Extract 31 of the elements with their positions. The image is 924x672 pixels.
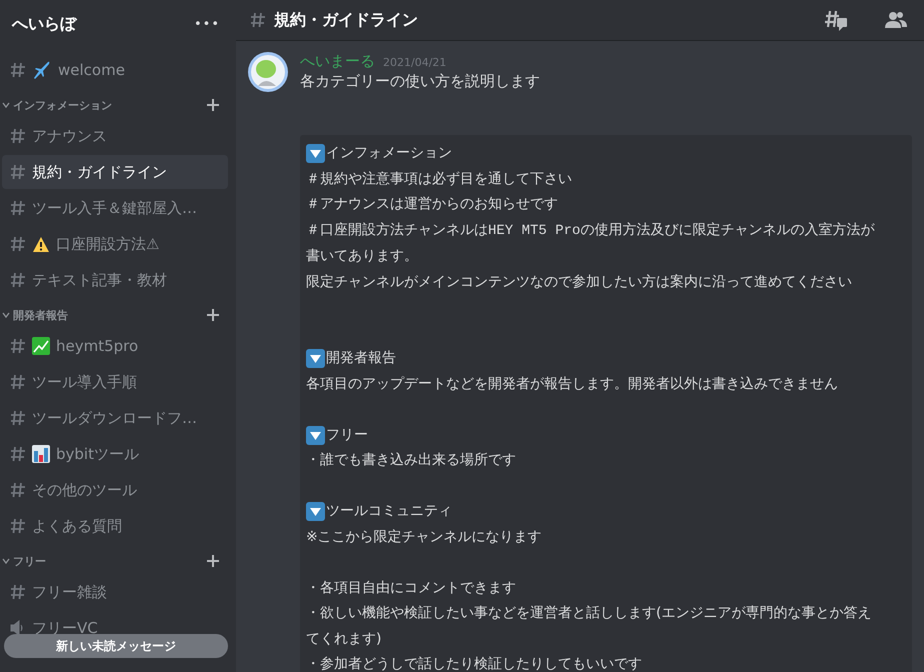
block-text-line: ＃口座開設方法チャンネルはHEY MT5 Proの使用方法及びに限定チャンネルの入室方法が書いてあります。 — [306, 220, 876, 266]
channel-name: フリー雑談 — [32, 582, 107, 602]
block-text-line: ・参加者どうしで話したり検証したりしてもいいです — [306, 655, 642, 672]
channel-name: よくある質問 — [32, 516, 122, 536]
channel-title: 規約・ガイドライン — [274, 10, 419, 30]
block-text-line: ＃アナウンスは運営からのお知らせです — [306, 195, 558, 214]
block-text-line: ・欲しい機能や検証したい事などを運営者と話しします(エンジニアが専門的な事とか答えてくれます) — [306, 604, 872, 648]
block-text-line: ＃規約や注意事項は必ず目を通して下さい — [306, 170, 572, 188]
block-text-line: 限定チャンネルがメインコンテンツなので参加したい方は案内に沿って進めてください — [306, 272, 852, 292]
channel-name: welcome — [58, 61, 125, 79]
channel-name: アナウンス — [32, 126, 107, 146]
section-heading: フリー — [326, 426, 368, 444]
section-heading: 開発者報告 — [326, 349, 396, 368]
channel-name: 口座開設方法⚠ — [56, 234, 160, 254]
section-heading: ツールコミュニティ — [326, 502, 452, 521]
block-text-line: ・誰でも書き込み出来る場所です — [306, 451, 516, 470]
block-text-line: ・各項目自由にコメントできます — [306, 578, 516, 598]
channel-name: ツール入手＆鍵部屋入… — [32, 198, 197, 218]
server-name: へいらぼ — [12, 14, 76, 34]
channel-name: テキスト記事・教材 — [32, 270, 167, 290]
channel-name: 規約・ガイドライン — [32, 162, 167, 182]
message-text: 各カテゴリーの使い方を説明します — [300, 71, 541, 91]
block-text-line: 各項目のアップデートなどを開発者が報告します。開発者以外は書き込みできません — [306, 374, 838, 394]
channel-name: bybitツール — [56, 444, 139, 464]
channel-name: その他のツール — [32, 480, 137, 500]
channel-name: heymt5pro — [56, 337, 138, 355]
block-text-line: ※ここから限定チャンネルになります — [306, 528, 542, 546]
channel-name: ツール導入手順 — [32, 372, 137, 392]
channel-name: ツールダウンロードフ… — [32, 408, 197, 428]
section-heading: インフォメーション — [326, 144, 452, 163]
message-timestamp: 2021/04/21 — [383, 56, 446, 69]
